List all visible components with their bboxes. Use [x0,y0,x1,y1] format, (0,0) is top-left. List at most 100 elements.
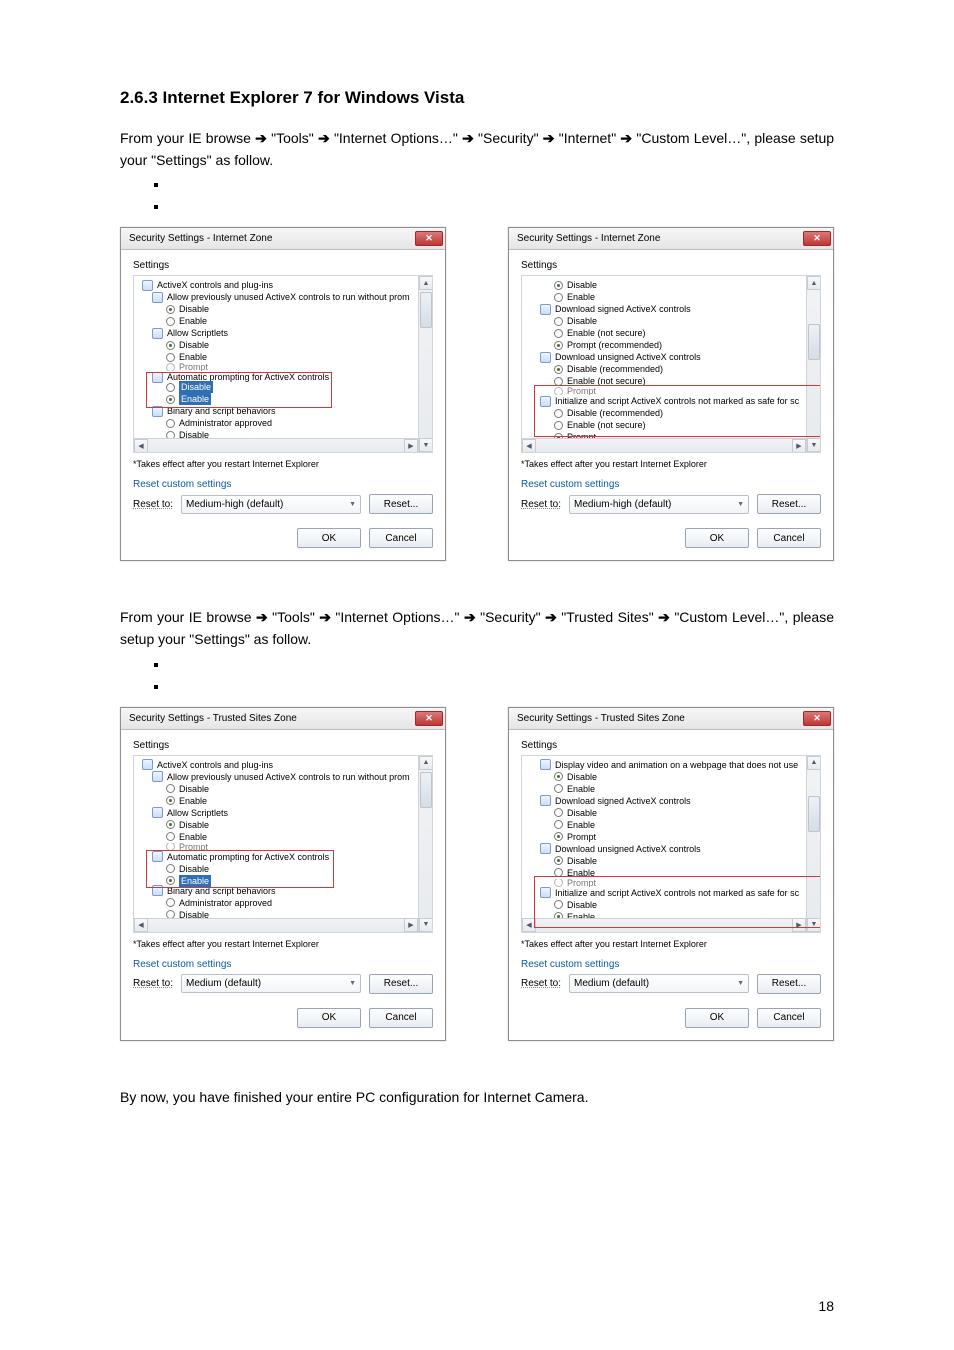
tree-option[interactable]: Disable [138,303,428,315]
scroll-left-icon[interactable]: ◀ [134,918,148,932]
tree-option[interactable]: Disable [526,807,816,819]
scroll-track[interactable] [536,919,792,931]
tree-option[interactable]: Prompt [526,879,816,887]
reset-button[interactable]: Reset... [757,494,821,514]
radio-icon[interactable] [554,387,563,395]
radio-icon[interactable] [166,419,175,428]
close-icon[interactable]: ✕ [415,711,443,726]
radio-icon[interactable] [554,377,563,386]
reset-level-dropdown[interactable]: Medium (default)▼ [569,974,749,993]
tree-option[interactable]: Prompt (recommended) [526,339,816,351]
tree-option[interactable]: Enable (not secure) [526,327,816,339]
tree-option[interactable]: Prompt [138,843,428,851]
horizontal-scrollbar[interactable]: ◀▶ [522,438,806,452]
scroll-up-icon[interactable]: ▲ [419,756,433,770]
radio-icon[interactable] [554,421,563,430]
radio-icon[interactable] [554,832,563,841]
radio-icon[interactable] [554,784,563,793]
cancel-button[interactable]: Cancel [757,528,821,548]
tree-option[interactable]: Prompt [138,363,428,371]
tree-option[interactable]: Disable (recommended) [526,407,816,419]
reset-level-dropdown[interactable]: Medium-high (default)▼ [569,495,749,514]
radio-icon[interactable] [554,879,563,887]
scroll-right-icon[interactable]: ▶ [792,439,806,453]
radio-icon[interactable] [554,868,563,877]
radio-icon[interactable] [166,317,175,326]
settings-listbox[interactable]: ActiveX controls and plug-insAllow previ… [133,275,433,453]
reset-level-dropdown[interactable]: Medium-high (default)▼ [181,495,361,514]
scroll-down-icon[interactable]: ▼ [807,918,821,932]
tree-option[interactable]: Enable [526,867,816,879]
tree-option[interactable]: Disable [526,855,816,867]
tree-option[interactable]: Enable [526,291,816,303]
horizontal-scrollbar[interactable]: ◀▶ [134,918,418,932]
tree-option[interactable]: Enable (not secure) [526,419,816,431]
radio-icon[interactable] [554,409,563,418]
radio-icon[interactable] [166,864,175,873]
scroll-thumb[interactable] [420,772,432,808]
ok-button[interactable]: OK [685,1008,749,1028]
reset-button[interactable]: Reset... [369,494,433,514]
tree-option[interactable]: Disable [138,863,428,875]
radio-icon[interactable] [166,784,175,793]
radio-icon[interactable] [166,820,175,829]
radio-icon[interactable] [554,900,563,909]
radio-icon[interactable] [554,772,563,781]
radio-icon[interactable] [554,329,563,338]
cancel-button[interactable]: Cancel [757,1008,821,1028]
scroll-down-icon[interactable]: ▼ [419,438,433,452]
scroll-up-icon[interactable]: ▲ [807,276,821,290]
radio-icon[interactable] [554,820,563,829]
tree-option[interactable]: Disable [526,279,816,291]
tree-option[interactable]: Enable [138,351,428,363]
radio-icon[interactable] [554,808,563,817]
close-icon[interactable]: ✕ [803,711,831,726]
tree-option[interactable]: Enable [138,315,428,327]
scroll-left-icon[interactable]: ◀ [522,918,536,932]
ok-button[interactable]: OK [297,1008,361,1028]
scroll-up-icon[interactable]: ▲ [419,276,433,290]
settings-listbox[interactable]: DisableEnableDownload signed ActiveX con… [521,275,821,453]
horizontal-scrollbar[interactable]: ◀▶ [134,438,418,452]
scroll-track[interactable] [536,440,792,452]
radio-icon[interactable] [166,353,175,362]
radio-icon[interactable] [166,305,175,314]
radio-icon[interactable] [166,796,175,805]
tree-option[interactable]: Prompt [526,831,816,843]
vertical-scrollbar[interactable]: ▲▼ [806,276,820,452]
scroll-down-icon[interactable]: ▼ [419,918,433,932]
scroll-thumb[interactable] [420,292,432,328]
scroll-right-icon[interactable]: ▶ [792,918,806,932]
vertical-scrollbar[interactable]: ▲▼ [418,756,432,932]
tree-option[interactable]: Disable [138,339,428,351]
tree-option[interactable]: Enable [138,795,428,807]
cancel-button[interactable]: Cancel [369,528,433,548]
ok-button[interactable]: OK [685,528,749,548]
horizontal-scrollbar[interactable]: ◀▶ [522,918,806,932]
scroll-down-icon[interactable]: ▼ [807,438,821,452]
radio-icon[interactable] [166,395,175,404]
radio-icon[interactable] [166,383,175,392]
scroll-right-icon[interactable]: ▶ [404,918,418,932]
cancel-button[interactable]: Cancel [369,1008,433,1028]
radio-icon[interactable] [166,898,175,907]
ok-button[interactable]: OK [297,528,361,548]
tree-option[interactable]: Disable [138,783,428,795]
radio-icon[interactable] [166,843,175,851]
reset-button[interactable]: Reset... [369,974,433,994]
tree-option[interactable]: Enable [526,819,816,831]
settings-listbox[interactable]: ActiveX controls and plug-insAllow previ… [133,755,433,933]
scroll-track[interactable] [148,919,404,931]
close-icon[interactable]: ✕ [803,231,831,246]
tree-option[interactable]: Administrator approved [138,417,428,429]
radio-icon[interactable] [166,341,175,350]
tree-option[interactable]: Disable [526,771,816,783]
tree-option[interactable]: Enable [138,393,428,405]
scroll-left-icon[interactable]: ◀ [134,439,148,453]
radio-icon[interactable] [554,281,563,290]
radio-icon[interactable] [554,293,563,302]
tree-option[interactable]: Prompt [526,387,816,395]
scroll-right-icon[interactable]: ▶ [404,439,418,453]
radio-icon[interactable] [554,365,563,374]
scroll-up-icon[interactable]: ▲ [807,756,821,770]
